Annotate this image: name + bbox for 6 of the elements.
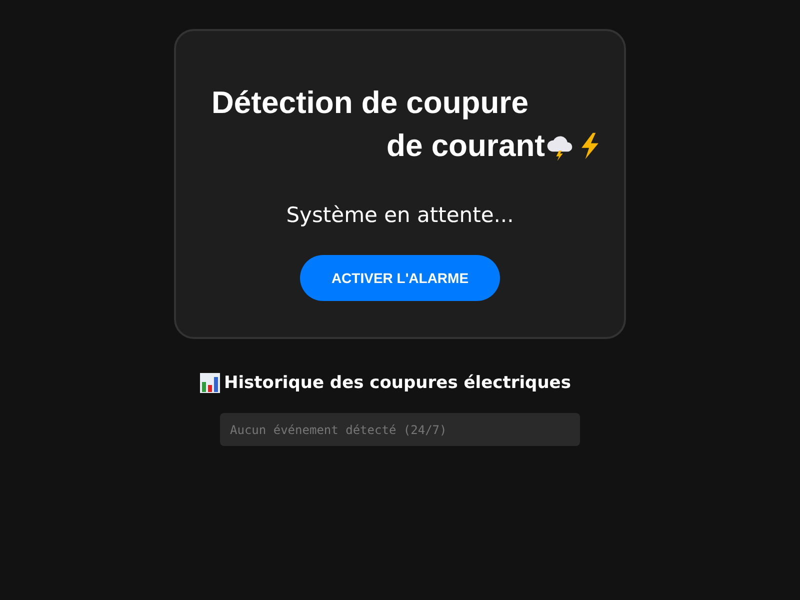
history-title: Historique des coupures électriques <box>224 373 571 393</box>
empty-message: Aucun événement détecté (24/7) <box>230 422 447 436</box>
activate-alarm-button[interactable]: ACTIVER L'ALARME <box>300 255 500 301</box>
card-title: Détection de coupure de courant <box>210 84 545 165</box>
status-text: Système en attente... <box>286 203 514 227</box>
bar-chart-icon <box>200 373 220 393</box>
